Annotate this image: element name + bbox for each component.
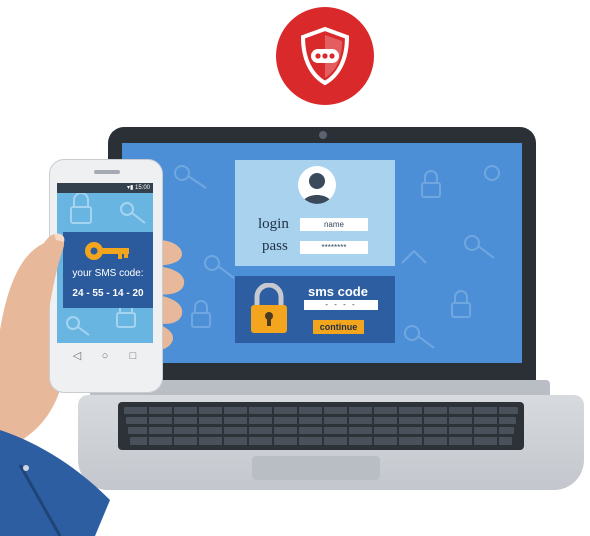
phone-earpiece xyxy=(94,170,120,174)
login-input[interactable]: name xyxy=(300,218,368,231)
login-label: login xyxy=(258,216,289,232)
thumb-illustration xyxy=(20,233,65,330)
pass-label: pass xyxy=(262,238,288,254)
shield-badge xyxy=(276,7,374,105)
webcam xyxy=(319,131,327,139)
recents-icon[interactable]: □ xyxy=(123,346,143,366)
key-icon xyxy=(84,240,132,267)
password-input[interactable]: ******** xyxy=(300,241,368,254)
sms-code-title: sms code xyxy=(308,284,368,299)
phone-nav-bar: ◁ ○ □ xyxy=(57,346,153,366)
back-icon[interactable]: ◁ xyxy=(67,346,87,366)
padlock-icon xyxy=(248,282,290,340)
user-avatar-icon xyxy=(298,166,336,204)
sms-code-input[interactable]: - - - - xyxy=(304,300,378,310)
phone-status-bar: ▾▮ 15:00 xyxy=(57,183,153,193)
shield-icon xyxy=(300,26,350,86)
continue-button[interactable]: continue xyxy=(313,320,364,334)
status-time: ▾▮ 15:00 xyxy=(127,185,150,191)
trackpad xyxy=(252,456,380,480)
home-icon[interactable]: ○ xyxy=(95,346,115,366)
